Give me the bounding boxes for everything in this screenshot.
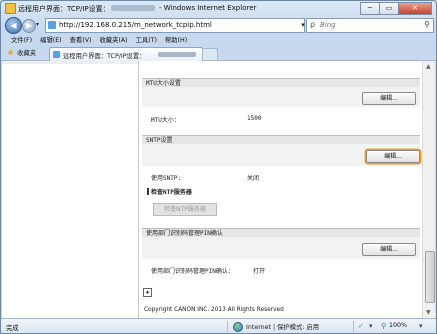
copyright-text: Copyright CANON INC. 2013 All Rights Res… — [144, 307, 284, 313]
zoom-dropdown-icon[interactable]: ▾ — [419, 322, 423, 330]
menu-view[interactable]: 查看(V) — [66, 35, 96, 46]
pin-value: 打开 — [253, 268, 266, 275]
menu-favorites[interactable]: 收藏夹(A) — [95, 35, 131, 46]
pin-edit-button[interactable]: 编辑... — [362, 243, 416, 256]
sntp-section-body: 编辑... — [142, 144, 420, 166]
back-button[interactable]: ◀ — [5, 17, 22, 34]
menu-file[interactable]: 文件(F) — [7, 35, 36, 46]
mtu-edit-button[interactable]: 编辑... — [362, 92, 416, 105]
window-title-suffix: - Windows Internet Explorer — [159, 4, 257, 12]
vertical-scrollbar[interactable]: ▲ ▼ — [422, 61, 435, 318]
mtu-section-header: MTU大小设置 — [142, 78, 420, 87]
left-blank-area — [2, 61, 139, 318]
favorites-button[interactable]: ★ 收藏夹 — [5, 47, 40, 58]
search-icon[interactable]: ⚲ — [424, 20, 430, 29]
pin-section-body: 编辑... — [142, 237, 420, 259]
check-ntp-heading: 检查NTP服务器 — [147, 187, 192, 196]
sntp-section-header: SNTP设置 — [142, 135, 420, 144]
url-text[interactable]: http://192.168.0.215/m_network_tcpip.htm… — [59, 21, 212, 29]
tab-title: 远程用户界面：TCP/IP设置： — [63, 53, 146, 60]
status-text: 完成 — [6, 325, 19, 332]
title-bar: 远程用户界面：TCP/IP设置： - Windows Internet Expl… — [1, 1, 436, 15]
mtu-value: 1500 — [247, 115, 262, 122]
zone-text: Internet | 保护模式: 启用 — [246, 324, 320, 331]
zoom-icon[interactable]: ⚲ — [381, 322, 386, 330]
menu-tools[interactable]: 工具(T) — [132, 35, 161, 46]
window-controls: ─ ▭ ✕ — [360, 2, 432, 15]
menu-help[interactable]: 帮助(H) — [161, 35, 191, 46]
back-to-top-icon[interactable]: ▲ — [143, 288, 152, 297]
forward-button[interactable]: ▶ — [22, 19, 36, 33]
ie-app-icon — [5, 3, 16, 14]
address-bar[interactable]: http://192.168.0.215/m_network_tcpip.htm… — [45, 18, 330, 33]
minimize-button[interactable]: ─ — [360, 2, 380, 15]
check-ntp-button[interactable]: 检查NTP服务器 — [153, 203, 217, 216]
redacted-ip — [111, 5, 155, 11]
window-title: 远程用户界面：TCP/IP设置： — [18, 5, 110, 13]
page-content: MTU大小设置 编辑... MTU大小： 1500 SNTP设置 编辑... 使… — [2, 61, 435, 318]
pin-section-header: 使用部门识别码管理PIN确认 — [142, 228, 420, 237]
mtu-label: MTU大小： — [151, 117, 180, 124]
search-box[interactable]: ρ ⚲ — [306, 18, 434, 33]
settings-panel: MTU大小设置 编辑... MTU大小： 1500 SNTP设置 编辑... 使… — [139, 61, 422, 318]
globe-icon — [233, 321, 243, 332]
security-zone[interactable]: Internet | 保护模式: 启用 — [233, 321, 319, 332]
zoom-level[interactable]: 100% — [389, 322, 407, 329]
favorites-bar: ★ 收藏夹 远程用户界面：TCP/IP设置： — [1, 46, 436, 61]
page-icon — [48, 21, 56, 29]
scroll-thumb[interactable] — [425, 251, 435, 303]
address-row: ◀ ▶ ▾ http://192.168.0.215/m_network_tcp… — [1, 15, 436, 35]
browser-tab[interactable]: 远程用户界面：TCP/IP设置： — [49, 47, 203, 61]
scroll-down-icon[interactable]: ▼ — [426, 309, 431, 316]
dropdown-icon[interactable]: ▾ — [369, 322, 373, 330]
star-icon: ★ — [7, 48, 15, 57]
search-input[interactable] — [320, 20, 418, 30]
redacted-tab-ip — [158, 52, 196, 57]
history-dropdown-icon[interactable]: ▾ — [36, 21, 39, 28]
ie-window: 远程用户界面：TCP/IP设置： - Windows Internet Expl… — [0, 0, 437, 334]
new-tab-button[interactable] — [202, 48, 218, 60]
close-button[interactable]: ✕ — [398, 2, 432, 15]
sntp-value: 关闭 — [247, 175, 260, 182]
scroll-up-icon[interactable]: ▲ — [426, 63, 431, 70]
maximize-button[interactable]: ▭ — [379, 2, 399, 15]
sntp-edit-button[interactable]: 编辑... — [366, 150, 420, 163]
menu-edit[interactable]: 编辑(E) — [36, 35, 66, 46]
sntp-label: 使用SNTP: — [151, 175, 182, 182]
mtu-section-body: 编辑... — [142, 87, 420, 107]
favorites-label: 收藏夹 — [17, 50, 37, 57]
status-bar: 完成 Internet | 保护模式: 启用 ✓ ▾ ⚲ 100% ▾ — [1, 318, 436, 333]
bing-icon: ρ — [310, 20, 316, 29]
tab-page-icon — [53, 51, 60, 58]
pin-label: 使用部门识别码管理PIN确认: — [151, 268, 232, 275]
menu-bar: 文件(F) 编辑(E) 查看(V) 收藏夹(A) 工具(T) 帮助(H) — [1, 35, 436, 46]
security-icon[interactable]: ✓ — [358, 322, 364, 330]
